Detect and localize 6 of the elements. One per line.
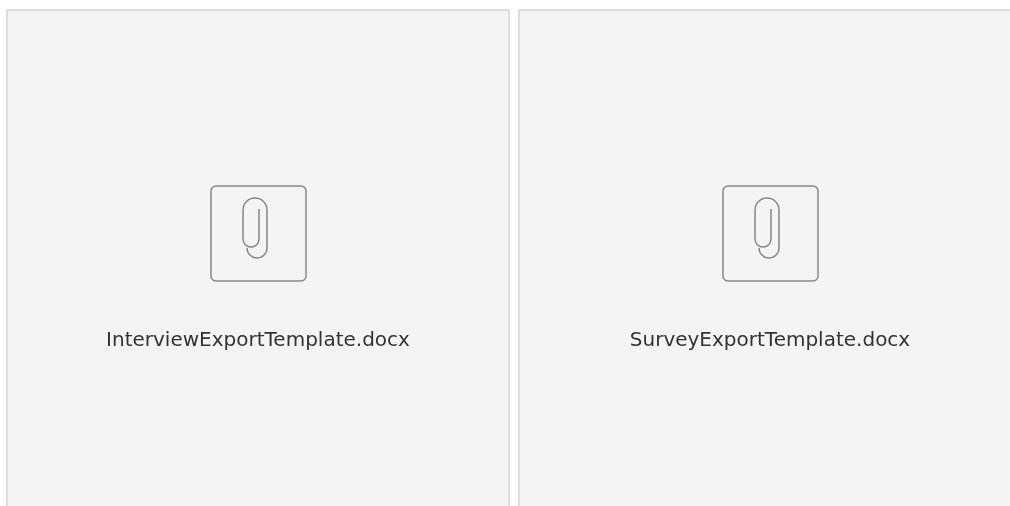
attachment-card[interactable]: InterviewExportTemplate.docx [6, 9, 510, 506]
attachment-card[interactable]: SurveyExportTemplate.docx [518, 9, 1010, 506]
paperclip-icon [209, 185, 307, 282]
paperclip-icon [721, 185, 819, 282]
file-name: SurveyExportTemplate.docx [629, 326, 911, 353]
file-name: InterviewExportTemplate.docx [106, 326, 410, 353]
